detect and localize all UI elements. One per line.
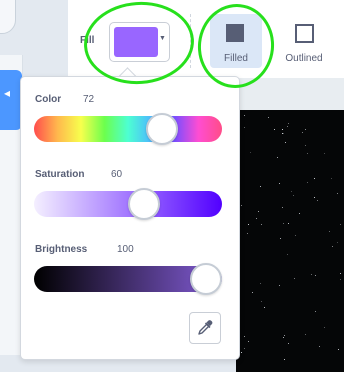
eyedropper-button[interactable] [189, 312, 221, 344]
brightness-slider-handle[interactable] [190, 263, 222, 295]
star [337, 242, 338, 243]
star [294, 278, 295, 279]
star [282, 129, 283, 130]
saturation-label: Saturation [35, 169, 85, 180]
star [244, 127, 245, 128]
star [284, 359, 285, 360]
star [332, 246, 333, 247]
star [324, 153, 325, 154]
brightness-value: 100 [117, 244, 134, 255]
star [244, 336, 245, 337]
star [340, 224, 341, 225]
star [305, 129, 306, 130]
side-tab[interactable]: ◂ [0, 70, 22, 130]
star [340, 279, 341, 280]
star [311, 274, 312, 275]
star [280, 238, 281, 239]
star [317, 200, 318, 201]
star [260, 283, 261, 284]
star [319, 346, 320, 347]
star [293, 195, 294, 196]
star [279, 183, 280, 184]
star [295, 235, 296, 236]
star [287, 254, 288, 255]
star [248, 224, 249, 225]
saturation-slider[interactable] [34, 188, 222, 220]
color-label: Color [35, 94, 62, 105]
star [247, 233, 248, 234]
color-slider[interactable] [34, 113, 222, 145]
star [244, 115, 245, 116]
star [291, 191, 292, 192]
star [283, 337, 284, 338]
star [337, 193, 338, 194]
star [250, 152, 251, 153]
color-slider-handle[interactable] [146, 113, 179, 145]
star [307, 153, 308, 154]
star [329, 231, 330, 232]
star [282, 133, 283, 134]
saturation-slider-handle[interactable] [127, 188, 160, 220]
color-value: 72 [83, 94, 95, 105]
star [282, 207, 283, 208]
outlined-mode-button[interactable]: Outlined [275, 14, 337, 68]
star [331, 178, 332, 179]
star [268, 117, 269, 118]
star [244, 348, 245, 349]
star [248, 341, 249, 342]
star [287, 126, 288, 127]
outlined-mode-label: Outlined [285, 53, 323, 64]
star [279, 285, 280, 286]
star [305, 334, 306, 335]
star [283, 133, 284, 134]
star [284, 335, 285, 336]
star [314, 197, 315, 198]
paint-canvas[interactable] [236, 110, 344, 372]
color-picker-popup: Color 72 Saturation 60 Brightness 100 [20, 76, 240, 360]
star [307, 182, 308, 183]
star [305, 145, 306, 146]
star [261, 301, 262, 302]
star [302, 132, 303, 133]
brightness-label: Brightness [35, 244, 88, 255]
star [314, 178, 315, 179]
eyedropper-icon [198, 320, 213, 335]
star [299, 213, 300, 214]
star [252, 292, 253, 293]
star [256, 218, 257, 219]
brightness-slider[interactable] [34, 263, 222, 295]
star [315, 275, 316, 276]
star [241, 205, 242, 206]
star [285, 142, 286, 143]
outlined-square-icon [295, 24, 314, 43]
star [324, 327, 325, 328]
star [288, 223, 289, 224]
star [288, 123, 289, 124]
star [274, 129, 275, 130]
star [340, 273, 341, 274]
star [264, 307, 265, 308]
star [277, 157, 278, 158]
arrow-icon: ◂ [4, 86, 11, 100]
star [315, 311, 316, 312]
star [261, 224, 262, 225]
star [258, 211, 259, 212]
saturation-value: 60 [111, 169, 123, 180]
star [288, 343, 289, 344]
star [283, 223, 284, 224]
star [260, 186, 261, 187]
star [241, 352, 242, 353]
star [338, 349, 339, 350]
